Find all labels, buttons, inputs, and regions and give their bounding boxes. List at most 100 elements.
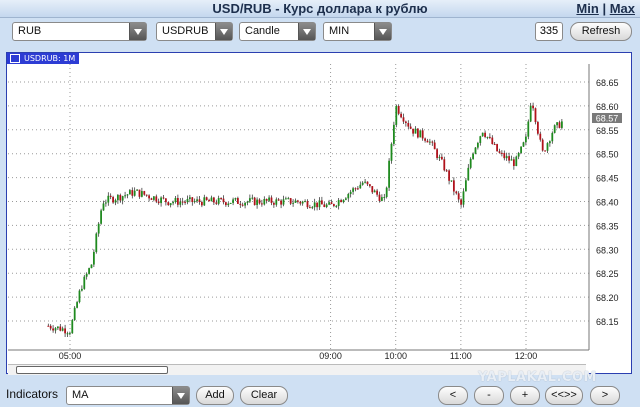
candle xyxy=(126,193,129,199)
candle xyxy=(325,203,328,209)
candle xyxy=(520,146,522,154)
candle xyxy=(380,194,383,202)
add-indicator-button[interactable]: Add xyxy=(196,386,234,405)
scrollbar-thumb[interactable] xyxy=(16,366,168,374)
candle xyxy=(450,180,453,183)
x-tick-label: 09:00 xyxy=(319,351,342,361)
candle xyxy=(508,152,510,164)
candle xyxy=(54,327,57,334)
candle xyxy=(488,133,491,140)
candle xyxy=(515,155,518,167)
candle xyxy=(73,306,76,321)
candle xyxy=(342,199,345,204)
candle xyxy=(188,194,191,203)
candle xyxy=(162,195,165,200)
candle xyxy=(47,323,50,327)
candle xyxy=(546,142,549,154)
candle xyxy=(424,137,426,143)
candle xyxy=(198,195,201,205)
price-chart[interactable]: 68.65 68.60 68.55 68.50 68.45 68.40 68.35 68.30… xyxy=(0,0,640,407)
chart-candles xyxy=(47,102,563,338)
clear-indicators-button[interactable]: Clear xyxy=(240,386,288,405)
candle xyxy=(100,208,102,225)
candle xyxy=(76,300,78,309)
candle xyxy=(152,196,155,202)
candle xyxy=(212,196,215,205)
candle xyxy=(534,107,537,125)
candle xyxy=(337,198,340,210)
candle xyxy=(469,157,472,170)
candle xyxy=(280,199,282,209)
candle xyxy=(376,188,378,197)
candle xyxy=(378,191,381,203)
candle xyxy=(232,197,234,206)
chevron-down-icon[interactable] xyxy=(172,387,189,404)
candle xyxy=(215,199,218,205)
y-tick-label: 68.60 xyxy=(596,102,619,112)
candle xyxy=(352,186,354,195)
candle xyxy=(59,323,62,332)
candle xyxy=(289,197,292,206)
candle xyxy=(258,198,261,205)
candle xyxy=(145,194,148,197)
candle xyxy=(104,199,107,207)
candle xyxy=(383,193,386,201)
candle xyxy=(316,202,318,211)
candle xyxy=(366,181,369,186)
candle xyxy=(448,169,450,185)
candle xyxy=(479,135,482,146)
candle xyxy=(409,123,412,130)
candle xyxy=(368,183,371,188)
candle xyxy=(426,138,429,143)
candle xyxy=(332,203,335,208)
y-tick-label: 68.50 xyxy=(596,150,619,160)
candle xyxy=(253,196,256,206)
zoom-in-button[interactable]: + xyxy=(510,386,540,405)
scroll-right-button[interactable]: > xyxy=(590,386,620,405)
candle xyxy=(304,199,306,203)
y-tick-label: 68.55 xyxy=(596,126,619,136)
candle xyxy=(234,197,237,201)
candle xyxy=(496,143,498,152)
candle xyxy=(292,199,294,207)
candle xyxy=(217,195,220,206)
candle xyxy=(503,150,506,161)
candle xyxy=(361,181,364,186)
candle xyxy=(328,199,330,206)
candle xyxy=(184,199,186,205)
candle xyxy=(95,232,98,254)
current-price-tag: 68.57 xyxy=(592,113,622,124)
zoom-out-button[interactable]: - xyxy=(474,386,504,405)
candle xyxy=(493,142,496,146)
candle xyxy=(532,102,534,111)
candle xyxy=(385,186,388,199)
candle xyxy=(272,201,275,208)
candle xyxy=(107,192,110,206)
candle xyxy=(80,285,83,292)
candle xyxy=(200,200,203,208)
candle xyxy=(260,199,263,207)
chart-label: USDRUB: 1M xyxy=(7,53,80,64)
chart-grid xyxy=(8,64,590,351)
candle xyxy=(116,193,119,204)
current-price-value: 68.57 xyxy=(596,114,619,124)
candle xyxy=(83,274,86,290)
candle xyxy=(114,198,117,206)
indicator-select[interactable]: MA xyxy=(66,386,190,405)
candle xyxy=(181,197,184,206)
candle xyxy=(169,203,172,208)
scroll-left-button[interactable]: < xyxy=(438,386,468,405)
candle xyxy=(414,126,417,134)
candle xyxy=(548,140,551,147)
candle xyxy=(176,194,179,208)
candle xyxy=(560,118,563,130)
candle xyxy=(229,202,232,204)
candle xyxy=(109,193,112,200)
candle xyxy=(491,135,494,145)
candle xyxy=(112,195,114,204)
candle xyxy=(85,272,88,280)
candle xyxy=(210,195,213,202)
reset-view-button[interactable]: <<>> xyxy=(545,386,583,405)
candle xyxy=(498,148,501,154)
candle xyxy=(121,195,124,205)
